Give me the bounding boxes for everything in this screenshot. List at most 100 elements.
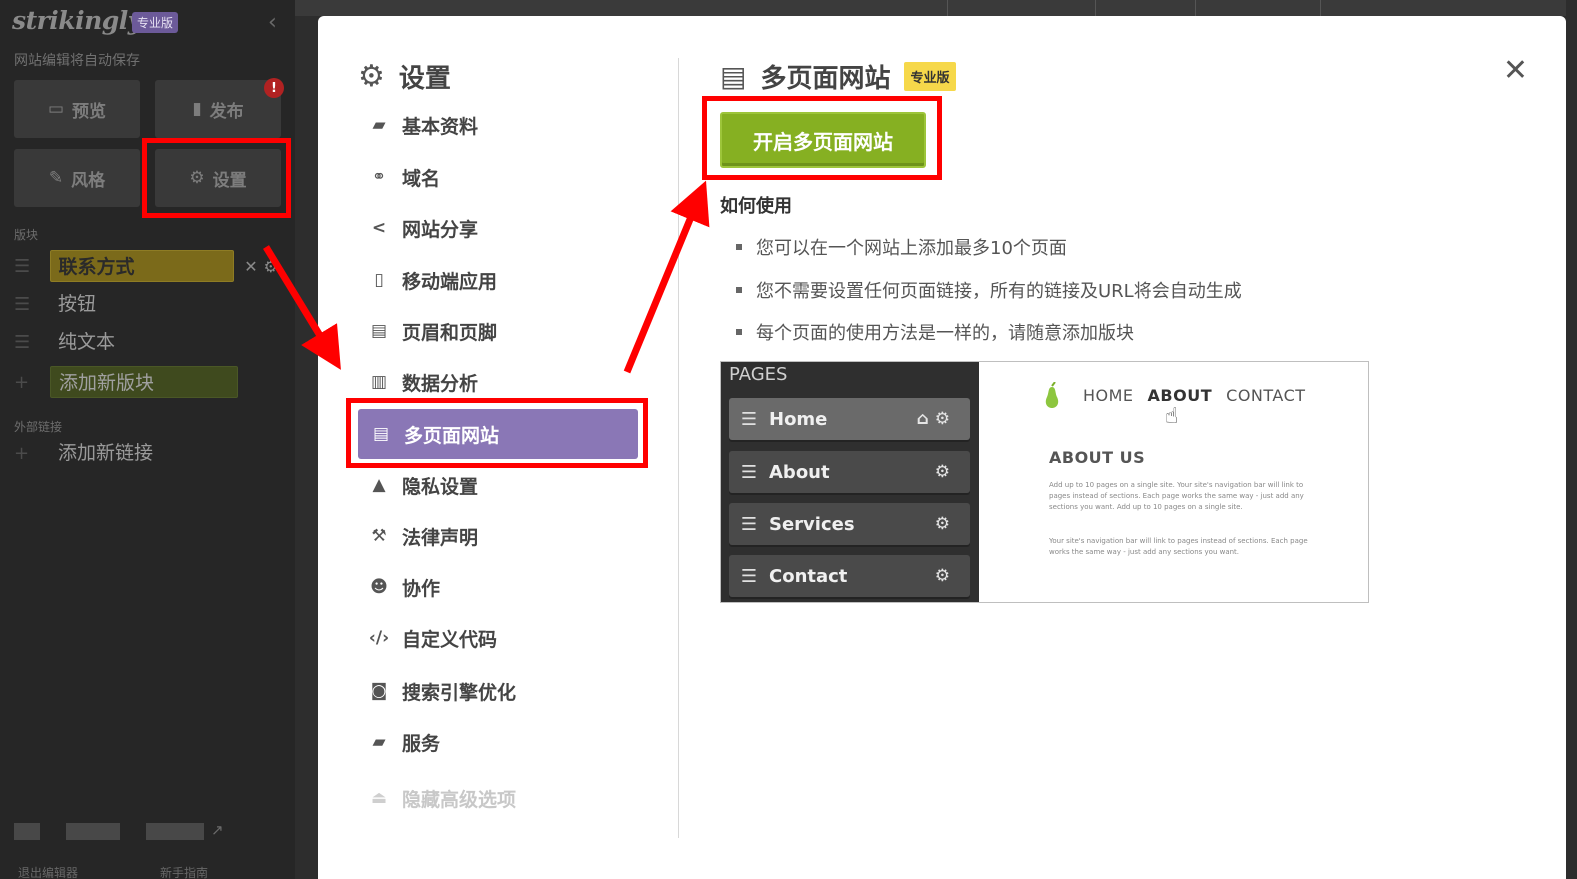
page-name: About: [769, 461, 830, 483]
menu-icon: ☰: [740, 565, 758, 587]
hand-pointer-icon: ☝: [1165, 404, 1179, 429]
plus-icon: +: [14, 442, 30, 464]
page-top-strip: [295, 0, 1577, 16]
block-item-contact[interactable]: ☰ 联系方式 ✕⚙: [14, 250, 284, 282]
annotation-box-multi-page: [346, 398, 648, 468]
pages-icon: ▤: [720, 60, 747, 93]
preview-nav-item: ABOUT: [1147, 386, 1213, 405]
add-link-button[interactable]: + 添加新链接: [14, 437, 284, 469]
collapse-sidebar-icon[interactable]: ‹: [268, 10, 277, 35]
gear-icon: ⚙: [934, 462, 956, 482]
plus-icon: +: [14, 371, 30, 393]
add-link-label: 添加新链接: [58, 442, 154, 464]
nav-item-custom-code[interactable]: ‹/› 自定义代码: [368, 618, 648, 658]
nav-item-label: 页眉和页脚: [402, 321, 498, 344]
link-icon: ⚭: [371, 167, 387, 187]
content-title-text: 多页面网站: [760, 64, 891, 94]
gavel-icon: ⚒: [371, 526, 387, 546]
bullet: [736, 287, 742, 293]
nav-item-collaboration[interactable]: ☻ 协作: [368, 567, 648, 607]
publish-button[interactable]: ▮ 发布: [155, 80, 281, 138]
mobile-icon: ▯: [374, 270, 384, 290]
nav-item-legal[interactable]: ⚒ 法律声明: [368, 516, 648, 556]
delete-icon[interactable]: ✕⚙: [244, 257, 284, 276]
annotation-box-settings: [142, 138, 291, 218]
code-icon: ‹/›: [368, 628, 390, 648]
multi-page-illustration: PAGES ☰ Home ⌂⚙ ☰ About ⚙ ☰ Services ⚙ ☰…: [720, 361, 1369, 603]
block-item-plaintext[interactable]: ☰ 纯文本: [14, 326, 284, 358]
preview-label: 预览: [72, 101, 107, 122]
close-icon[interactable]: ✕: [1503, 56, 1528, 86]
nav-item-label: 隐私设置: [402, 475, 479, 498]
briefcase-icon: ▰: [372, 115, 386, 135]
preview-paragraph: Add up to 10 pages on a single site. You…: [1049, 481, 1304, 511]
top-strip-divider: [1195, 0, 1196, 16]
page-row-contact: ☰ Contact ⚙: [729, 555, 970, 597]
nav-item-label: 基本资料: [402, 115, 479, 138]
site-preview: HOME ABOUT CONTACT ☝ ABOUT US Add up to …: [979, 362, 1368, 602]
strikingly-logo: strikingly: [12, 6, 142, 35]
publish-alert-badge: !: [264, 78, 284, 98]
drag-handle-icon[interactable]: ☰: [14, 256, 38, 277]
footer-placeholder: [66, 823, 120, 840]
page-name: Contact: [769, 565, 848, 587]
guide-link[interactable]: 新手指南: [160, 864, 208, 879]
external-link-icon[interactable]: ↗: [211, 821, 224, 839]
nav-item-label: 服务: [402, 732, 441, 755]
settings-title: ⚙ 设置: [358, 58, 451, 95]
preview-paragraph: Your site's navigation bar will link to …: [1049, 537, 1308, 556]
style-label: 风格: [71, 170, 106, 191]
drag-handle-icon[interactable]: ☰: [14, 294, 38, 315]
tip-item: 您可以在一个网站上添加最多10个页面: [736, 234, 1067, 260]
top-strip-divider: [1095, 0, 1096, 16]
pro-badge: 专业版: [904, 62, 956, 91]
bar-chart-icon: ▥: [370, 372, 388, 392]
page-name: Home: [769, 408, 828, 430]
nav-item-services[interactable]: ▰ 服务: [368, 722, 648, 762]
nav-item-analytics[interactable]: ▥ 数据分析: [368, 362, 648, 402]
gear-icon: ⚙: [358, 59, 385, 94]
blocks-section-label: 版块: [14, 228, 39, 242]
pear-logo-icon: [1045, 382, 1059, 408]
nav-item-hide-advanced[interactable]: ⏏ 隐藏高级选项: [368, 778, 648, 818]
footer-placeholder: [14, 823, 40, 840]
editor-sidebar: strikingly 专业版 ‹ 网站编辑将自动保存 ▭ 预览 ▮ 发布 ! ✎…: [0, 0, 295, 879]
gear-icon: ⚙: [934, 514, 956, 534]
content-title: ▤ 多页面网站 专业版: [720, 58, 956, 95]
nav-item-header-footer[interactable]: ▤ 页眉和页脚: [368, 311, 648, 351]
nav-item-mobile-app[interactable]: ▯ 移动端应用: [368, 260, 648, 300]
home-gear-icon: ⌂⚙: [916, 409, 956, 429]
nav-item-label: 自定义代码: [402, 628, 498, 651]
drag-handle-icon[interactable]: ☰: [14, 332, 38, 353]
nav-item-domain[interactable]: ⚭ 域名: [368, 157, 648, 197]
nav-item-basic-info[interactable]: ▰ 基本资料: [368, 105, 648, 145]
nav-item-label: 法律声明: [402, 526, 479, 549]
nav-item-privacy[interactable]: ▲ 隐私设置: [368, 465, 648, 505]
block-label: 按钮: [58, 293, 97, 315]
nav-item-label: 搜索引擎优化: [402, 681, 517, 704]
add-block-button[interactable]: + 添加新版块: [14, 366, 284, 398]
preview-button[interactable]: ▭ 预览: [14, 80, 140, 138]
block-label: 纯文本: [58, 331, 116, 353]
nav-item-seo[interactable]: ◙ 搜索引擎优化: [368, 671, 648, 711]
pages-label: PAGES: [729, 364, 788, 385]
style-button[interactable]: ✎ 风格: [14, 149, 140, 207]
tip-text: 您可以在一个网站上添加最多10个页面: [756, 238, 1067, 259]
monitor-icon: ▭: [47, 99, 65, 119]
block-item-button[interactable]: ☰ 按钮: [14, 288, 284, 320]
preview-nav-item: HOME: [1083, 386, 1134, 405]
window-edge: [1566, 0, 1577, 879]
users-icon: ☻: [370, 577, 388, 597]
settings-title-text: 设置: [398, 64, 451, 94]
nav-item-share[interactable]: < 网站分享: [368, 208, 648, 248]
top-strip-divider: [947, 0, 948, 16]
publish-label: 发布: [209, 101, 244, 122]
top-strip-divider: [1320, 0, 1321, 16]
exit-editor-link[interactable]: 退出编辑器: [18, 864, 78, 879]
share-icon: <: [371, 218, 387, 238]
page-row-about: ☰ About ⚙: [729, 451, 970, 493]
column-divider: [678, 58, 679, 838]
pages-panel-preview: PAGES ☰ Home ⌂⚙ ☰ About ⚙ ☰ Services ⚙ ☰…: [721, 362, 979, 602]
eject-icon: ⏏: [370, 788, 388, 808]
page-name: Services: [769, 513, 855, 535]
